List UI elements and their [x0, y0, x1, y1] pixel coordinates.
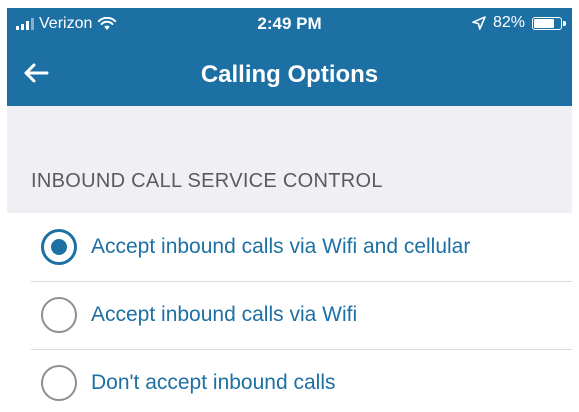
radio-button[interactable] [41, 365, 77, 401]
status-bar: Verizon 2:49 PM 82% [7, 8, 572, 40]
battery-fill [534, 18, 554, 28]
battery-icon [532, 16, 566, 30]
option-label: Accept inbound calls via Wifi and cellul… [91, 235, 471, 258]
location-arrow-icon [472, 16, 486, 30]
screen: Verizon 2:49 PM 82% Calling Options INBO… [7, 8, 572, 412]
option-label: Don't accept inbound calls [91, 371, 336, 394]
option-label: Accept inbound calls via Wifi [91, 303, 358, 326]
section-header: INBOUND CALL SERVICE CONTROL [31, 170, 383, 192]
page-title: Calling Options [200, 61, 379, 88]
option-wifi-only[interactable]: Accept inbound calls via Wifi [7, 281, 572, 349]
battery-percent: 82% [492, 14, 525, 31]
radio-button[interactable] [41, 297, 77, 333]
option-wifi-and-cellular[interactable]: Accept inbound calls via Wifi and cellul… [7, 213, 572, 281]
radio-button[interactable] [41, 229, 77, 265]
option-no-inbound[interactable]: Don't accept inbound calls [7, 349, 572, 412]
status-right: 82% [472, 14, 566, 32]
nav-bar: Calling Options [7, 40, 572, 106]
options-list: Accept inbound calls via Wifi and cellul… [7, 213, 572, 412]
